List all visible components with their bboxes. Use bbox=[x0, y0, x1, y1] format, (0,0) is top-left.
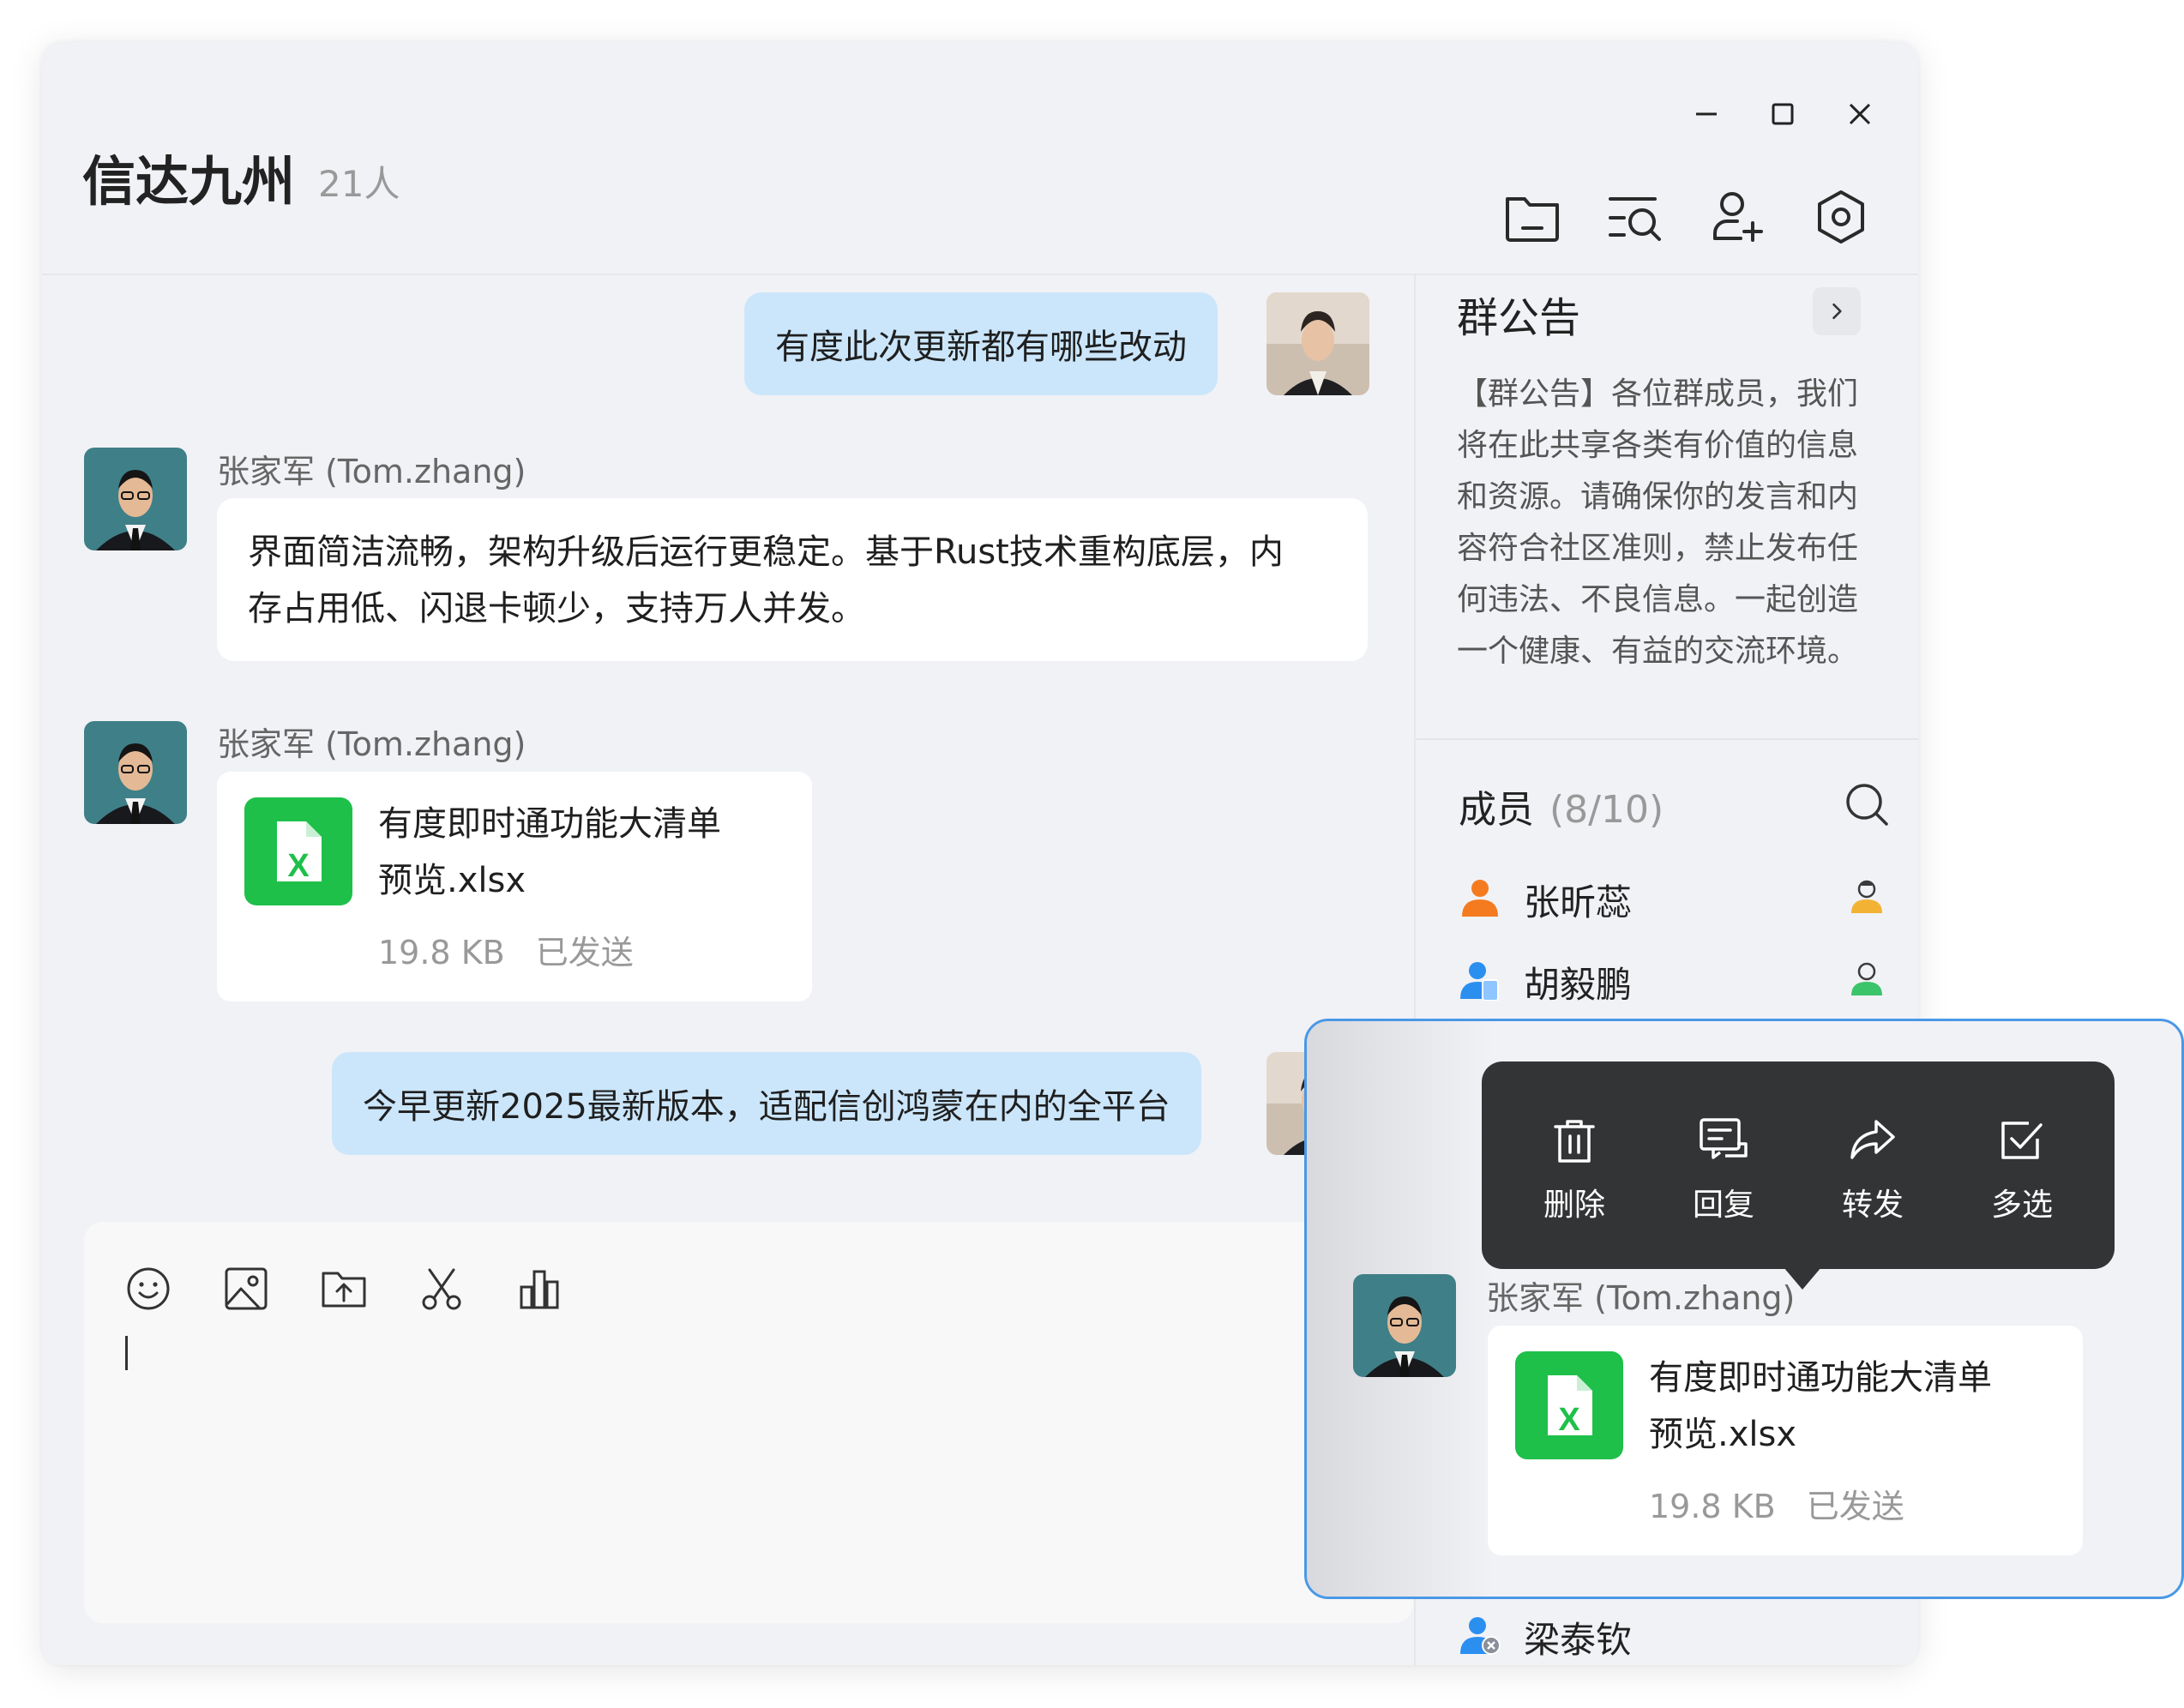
minimize-button[interactable] bbox=[1686, 93, 1727, 135]
file-meta: 19.8 KB 已发送 bbox=[1649, 1480, 1904, 1527]
file-size: 19.8 KB bbox=[378, 934, 505, 971]
user-icon bbox=[1462, 880, 1498, 917]
minimize-icon bbox=[1696, 112, 1717, 116]
image-icon bbox=[225, 1267, 268, 1310]
user-offline-icon bbox=[1460, 1617, 1501, 1655]
user-photo-icon bbox=[1353, 1274, 1456, 1377]
emoji-button[interactable] bbox=[123, 1263, 174, 1314]
message-text: 今早更新2025最新版本，适配信创鸿蒙在内的全平台 bbox=[363, 1087, 1170, 1127]
svg-text:X: X bbox=[287, 848, 310, 884]
member-name: 梁泰钦 bbox=[1524, 1619, 1633, 1661]
context-menu-pointer bbox=[1784, 1267, 1821, 1290]
message-context-menu: 删除 回复 转发 多选 bbox=[1482, 1061, 2115, 1269]
file-meta: 19.8 KB 已发送 bbox=[378, 926, 634, 973]
add-member-button[interactable] bbox=[1706, 184, 1771, 250]
member-badge-icon bbox=[1851, 962, 1882, 995]
self-avatar[interactable] bbox=[1266, 292, 1369, 395]
add-user-icon bbox=[1713, 192, 1763, 242]
member-search-button[interactable] bbox=[1841, 779, 1892, 830]
upload-folder-icon bbox=[322, 1272, 366, 1308]
members-header: 成员 (8/10) bbox=[1459, 779, 1664, 833]
message-text-line: 界面简洁流畅，架构升级后运行更稳定。基于Rust技术重构底层，内 bbox=[248, 532, 1284, 572]
text-caret bbox=[125, 1336, 128, 1370]
multi-select-label: 多选 bbox=[1990, 1188, 2053, 1223]
reply-label: 回复 bbox=[1692, 1188, 1754, 1223]
message-text-line: 存占用低、闪退卡顿少，支持万人并发。 bbox=[248, 589, 865, 628]
search-icon bbox=[1846, 784, 1888, 826]
member-name: 胡毅鹏 bbox=[1524, 964, 1633, 1006]
notice-expand-button[interactable] bbox=[1813, 287, 1861, 335]
excel-file-icon: X bbox=[244, 797, 352, 905]
file-size: 19.8 KB bbox=[1649, 1488, 1776, 1525]
member-item[interactable]: 梁泰钦 bbox=[1459, 1608, 1887, 1661]
file-message-card[interactable]: X 有度即时通功能大清单 预览.xlsx 19.8 KB 已发送 bbox=[217, 772, 812, 1001]
folder-icon bbox=[1506, 197, 1559, 242]
close-icon bbox=[1849, 103, 1871, 125]
upload-file-button[interactable] bbox=[318, 1263, 370, 1314]
forward-icon bbox=[1850, 1120, 1895, 1159]
user-photo-icon bbox=[84, 448, 187, 550]
members-title: 成员 bbox=[1459, 788, 1534, 832]
user-photo-icon bbox=[1266, 292, 1369, 395]
message-bubble-self[interactable]: 今早更新2025最新版本，适配信创鸿蒙在内的全平台 bbox=[332, 1052, 1201, 1155]
members-count: (8/10) bbox=[1549, 788, 1664, 832]
maximize-icon bbox=[1772, 103, 1794, 125]
file-name: 有度即时通功能大清单 预览.xlsx bbox=[378, 804, 721, 900]
member-name: 张昕蕊 bbox=[1524, 881, 1633, 923]
message-composer[interactable] bbox=[84, 1222, 1413, 1623]
message-bubble-other[interactable]: 界面简洁流畅，架构升级后运行更稳定。基于Rust技术重构底层，内 存占用低、闪退… bbox=[217, 498, 1368, 661]
notice-divider bbox=[1416, 738, 1918, 740]
chevron-right-icon bbox=[1832, 303, 1842, 320]
image-button[interactable] bbox=[220, 1263, 272, 1314]
member-item[interactable]: 胡毅鹏 bbox=[1459, 953, 1887, 1006]
file-name: 有度即时通功能大清单 预览.xlsx bbox=[1649, 1358, 1992, 1454]
poll-button[interactable] bbox=[514, 1263, 565, 1314]
reply-menu-item[interactable]: 回复 bbox=[1672, 1113, 1775, 1224]
folder-button[interactable] bbox=[1500, 184, 1565, 250]
scissors-icon bbox=[422, 1268, 461, 1310]
delete-menu-item[interactable]: 删除 bbox=[1523, 1113, 1626, 1224]
forward-label: 转发 bbox=[1841, 1188, 1904, 1223]
group-title: 信达九州 bbox=[82, 150, 296, 213]
group-member-count: 21人 bbox=[318, 163, 400, 205]
user-photo-icon bbox=[84, 721, 187, 824]
reply-icon bbox=[1700, 1118, 1748, 1159]
message-bubble-self[interactable]: 有度此次更新都有哪些改动 bbox=[744, 292, 1218, 395]
header-divider bbox=[42, 274, 1918, 275]
message-text: 有度此次更新都有哪些改动 bbox=[775, 328, 1187, 367]
sender-avatar[interactable] bbox=[1353, 1274, 1456, 1377]
sender-name: 张家军 (Tom.zhang) bbox=[217, 453, 526, 490]
multi-select-menu-item[interactable]: 多选 bbox=[1970, 1113, 2073, 1224]
emoji-icon bbox=[127, 1267, 170, 1310]
excel-file-icon: X bbox=[1515, 1351, 1623, 1459]
sender-name: 张家军 (Tom.zhang) bbox=[217, 725, 526, 763]
search-list-icon bbox=[1609, 197, 1661, 241]
checkbox-icon bbox=[2001, 1122, 2043, 1159]
notice-title: 群公告 bbox=[1457, 294, 1581, 342]
delete-label: 删除 bbox=[1543, 1188, 1605, 1223]
member-item[interactable]: 张昕蕊 bbox=[1459, 870, 1887, 923]
forward-menu-item[interactable]: 转发 bbox=[1821, 1113, 1924, 1224]
group-settings-button[interactable] bbox=[1808, 184, 1874, 250]
file-status: 已发送 bbox=[1806, 1488, 1904, 1525]
file-message-card[interactable]: X 有度即时通功能大清单 预览.xlsx 19.8 KB 已发送 bbox=[1488, 1326, 2083, 1555]
notice-body: 【群公告】各位群成员，我们 将在此共享各类有价值的信息 和资源。请确保你的发言和… bbox=[1457, 376, 1859, 669]
maximize-button[interactable] bbox=[1762, 93, 1803, 135]
search-history-button[interactable] bbox=[1603, 184, 1668, 250]
file-status: 已发送 bbox=[535, 934, 634, 971]
sender-name: 张家军 (Tom.zhang) bbox=[1486, 1279, 1796, 1317]
gear-icon bbox=[1818, 190, 1864, 244]
close-button[interactable] bbox=[1839, 93, 1880, 135]
sender-avatar[interactable] bbox=[84, 721, 187, 824]
user-device-icon bbox=[1460, 962, 1499, 1001]
sender-avatar[interactable] bbox=[84, 448, 187, 550]
bar-chart-icon bbox=[520, 1270, 559, 1309]
trash-icon bbox=[1554, 1120, 1595, 1163]
svg-text:X: X bbox=[1558, 1402, 1580, 1438]
admin-badge-icon bbox=[1851, 880, 1882, 913]
screenshot-button[interactable] bbox=[416, 1263, 467, 1314]
